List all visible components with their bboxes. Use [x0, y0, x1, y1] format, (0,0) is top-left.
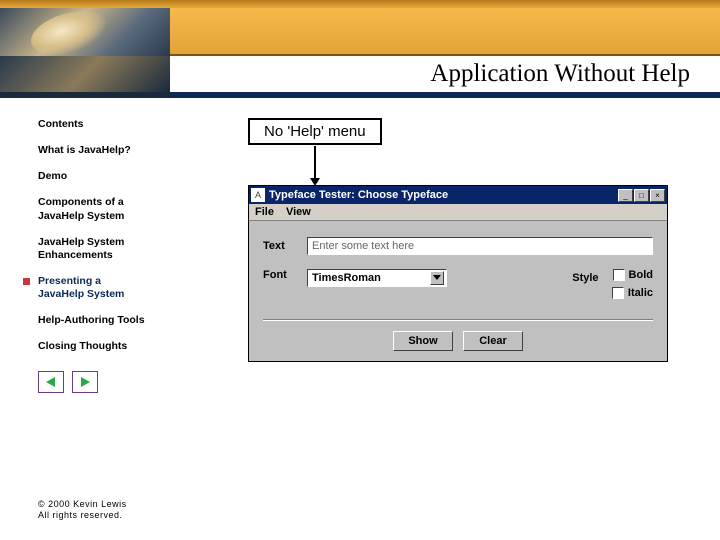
content-area: Contents What is JavaHelp? Demo Componen…	[0, 98, 720, 393]
copyright-line2: All rights reserved.	[38, 510, 127, 522]
divider	[263, 319, 653, 321]
title-photo	[0, 56, 170, 92]
sidebar-item-presenting[interactable]: Presenting aJavaHelp System	[38, 275, 230, 301]
sidebar-item-contents[interactable]: Contents	[38, 118, 230, 131]
footer: © 2000 Kevin Lewis All rights reserved.	[38, 499, 127, 522]
prev-button[interactable]	[38, 371, 64, 393]
italic-checkbox[interactable]	[612, 287, 624, 299]
triangle-right-icon	[79, 376, 91, 388]
main-area: No 'Help' menu A Typeface Tester: Choose…	[230, 118, 720, 393]
sidebar-item-authoring-tools[interactable]: Help-Authoring Tools	[38, 314, 230, 327]
sidebar-item-enhancements[interactable]: JavaHelp SystemEnhancements	[38, 236, 230, 262]
style-label: Style	[572, 272, 598, 284]
bold-label: Bold	[629, 269, 653, 281]
show-button[interactable]: Show	[393, 331, 453, 351]
maximize-button[interactable]: □	[634, 189, 649, 202]
font-select[interactable]: TimesRoman	[307, 269, 447, 287]
titlebar: A Typeface Tester: Choose Typeface _ □ ×	[249, 186, 667, 204]
clear-button[interactable]: Clear	[463, 331, 523, 351]
header-gold-area	[170, 8, 720, 56]
sidebar-item-what-is-javahelp[interactable]: What is JavaHelp?	[38, 144, 230, 157]
titlebar-text: Typeface Tester: Choose Typeface	[269, 189, 618, 201]
menu-view[interactable]: View	[286, 206, 311, 218]
client-area: Text Font TimesRoman Style	[249, 221, 667, 361]
sidebar-item-components[interactable]: Components of aJavaHelp System	[38, 196, 230, 222]
menu-file[interactable]: File	[255, 206, 274, 218]
header-photo	[0, 8, 170, 56]
nav-arrows	[38, 371, 230, 393]
sidebar-item-demo[interactable]: Demo	[38, 170, 230, 183]
bold-checkbox[interactable]	[613, 269, 625, 281]
mid-band	[0, 8, 720, 56]
italic-label: Italic	[628, 287, 653, 299]
next-button[interactable]	[72, 371, 98, 393]
minimize-button[interactable]: _	[618, 189, 633, 202]
text-label: Text	[263, 240, 307, 252]
sidebar: Contents What is JavaHelp? Demo Componen…	[0, 118, 230, 393]
menubar: File View	[249, 204, 667, 221]
app-icon: A	[251, 188, 265, 202]
sidebar-item-closing[interactable]: Closing Thoughts	[38, 340, 230, 353]
font-label: Font	[263, 269, 307, 281]
page-title: Application Without Help	[430, 60, 690, 88]
copyright-line1: © 2000 Kevin Lewis	[38, 499, 127, 511]
window-controls: _ □ ×	[618, 189, 665, 202]
callout-arrow-icon	[305, 146, 325, 188]
button-row: Show Clear	[263, 331, 653, 351]
title-rule	[0, 92, 720, 98]
slide-header: Application Without Help	[0, 0, 720, 98]
title-area: Application Without Help	[170, 56, 720, 92]
font-select-value: TimesRoman	[312, 272, 430, 284]
chevron-down-icon	[430, 271, 444, 285]
triangle-left-icon	[45, 376, 57, 388]
callout-box: No 'Help' menu	[248, 118, 382, 145]
close-button[interactable]: ×	[650, 189, 665, 202]
text-input[interactable]	[307, 237, 653, 255]
gold-band	[0, 0, 720, 8]
app-window: A Typeface Tester: Choose Typeface _ □ ×…	[248, 185, 668, 362]
title-band: Application Without Help	[0, 56, 720, 92]
